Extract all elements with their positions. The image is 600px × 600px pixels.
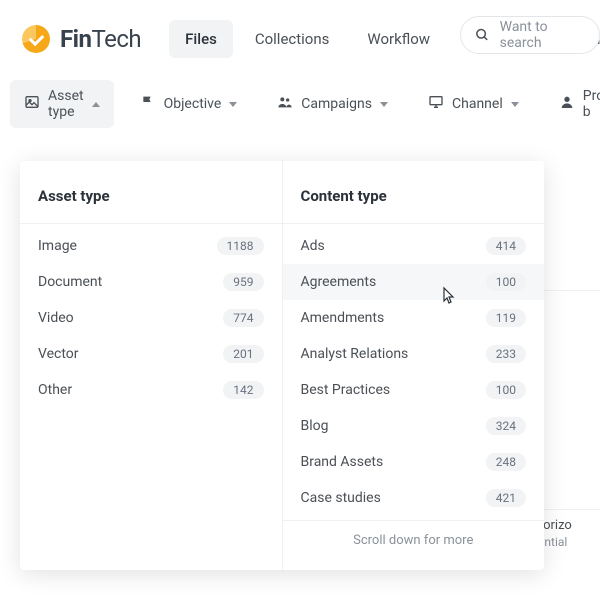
dropdown-item-label: Brand Assets xyxy=(301,454,384,470)
dropdown-item-label: Ads xyxy=(301,238,325,254)
dropdown-item-count: 421 xyxy=(486,489,526,507)
dropdown-item-count: 119 xyxy=(486,309,526,327)
dropdown-item-label: Blog xyxy=(301,418,329,434)
filter-bar: Asset type Objective Campaigns Channel Produ… xyxy=(0,70,600,138)
dropdown-item-count: 100 xyxy=(486,381,526,399)
dropdown-item-label: Image xyxy=(38,238,77,254)
logo-mark-icon xyxy=(22,25,50,53)
dropdown-item-brand-assets[interactable]: Brand Assets 248 xyxy=(283,444,545,480)
brand-logo[interactable]: FinTech xyxy=(22,25,141,53)
user-icon xyxy=(559,94,575,114)
dropdown-item-vector[interactable]: Vector 201 xyxy=(20,336,282,372)
dropdown-item-count: 959 xyxy=(223,273,263,291)
dropdown-item-label: Document xyxy=(38,274,102,290)
image-icon xyxy=(24,94,40,114)
monitor-icon xyxy=(428,94,444,114)
dropdown-item-blog[interactable]: Blog 324 xyxy=(283,408,545,444)
dropdown-item-ads[interactable]: Ads 414 xyxy=(283,228,545,264)
dropdown-item-case-studies[interactable]: Case studies 421 xyxy=(283,480,545,516)
search-icon xyxy=(475,27,490,43)
flag-icon xyxy=(140,94,156,114)
filter-produced-b[interactable]: Produced b xyxy=(545,80,600,128)
dropdown-item-count: 774 xyxy=(223,309,263,327)
filter-campaigns[interactable]: Campaigns xyxy=(263,86,402,122)
dropdown-item-count: 1188 xyxy=(217,237,264,255)
dropdown-item-label: Vector xyxy=(38,346,79,362)
filter-label: Campaigns xyxy=(301,96,372,112)
dropdown-item-other[interactable]: Other 142 xyxy=(20,372,282,408)
chevron-up-icon xyxy=(92,102,100,107)
dropdown-item-image[interactable]: Image 1188 xyxy=(20,228,282,264)
dropdown-item-count: 233 xyxy=(486,345,526,363)
dropdown-item-count: 248 xyxy=(486,453,526,471)
dropdown-item-count: 100 xyxy=(486,273,526,291)
dropdown-item-count: 142 xyxy=(223,381,263,399)
filter-objective[interactable]: Objective xyxy=(126,86,252,122)
dropdown-column-asset-type: Asset type Image1188Document959Video774V… xyxy=(20,161,283,570)
dropdown-item-count: 324 xyxy=(486,417,526,435)
dropdown-item-label: Case studies xyxy=(301,490,381,506)
filter-label: Produced b xyxy=(583,88,600,120)
dropdown-item-label: Amendments xyxy=(301,310,385,326)
chevron-down-icon xyxy=(380,102,388,107)
dropdown-column-content-type: Content type Ads 414 Agreements 100 Amendmen… xyxy=(283,161,545,570)
dropdown-title: Content type xyxy=(283,179,545,224)
dropdown-item-amendments[interactable]: Amendments 119 xyxy=(283,300,545,336)
nav-item-workflow[interactable]: Workflow xyxy=(351,20,446,58)
dropdown-item-agreements[interactable]: Agreements 100 xyxy=(283,264,545,300)
nav-item-files[interactable]: Files xyxy=(169,20,233,58)
dropdown-item-count: 414 xyxy=(486,237,526,255)
search-placeholder: Want to search xyxy=(500,19,585,51)
filter-channel[interactable]: Channel xyxy=(414,86,533,122)
filter-asset-type[interactable]: Asset type xyxy=(10,80,114,128)
filter-label: Objective xyxy=(164,96,222,112)
dropdown-item-label: Agreements xyxy=(301,274,377,290)
users-icon xyxy=(277,94,293,114)
chevron-down-icon xyxy=(511,102,519,107)
dropdown-item-document[interactable]: Document 959 xyxy=(20,264,282,300)
nav-item-collections[interactable]: Collections xyxy=(239,20,346,58)
dropdown-item-label: Best Practices xyxy=(301,382,391,398)
chevron-down-icon xyxy=(229,102,237,107)
dropdown-item-analyst-relations[interactable]: Analyst Relations 233 xyxy=(283,336,545,372)
dropdown-item-video[interactable]: Video 774 xyxy=(20,300,282,336)
dropdown-scroll-hint: Scroll down for more xyxy=(283,520,545,556)
pointer-cursor-icon xyxy=(438,286,456,308)
dropdown-item-best-practices[interactable]: Best Practices 100 xyxy=(283,372,545,408)
search-input[interactable]: Want to search xyxy=(460,16,600,54)
dropdown-title: Asset type xyxy=(20,179,282,224)
asset-type-dropdown: Asset type Image1188Document959Video774V… xyxy=(20,161,544,570)
logo-text: FinTech xyxy=(60,25,141,53)
dropdown-item-count: 201 xyxy=(223,345,263,363)
dropdown-item-label: Other xyxy=(38,382,72,398)
filter-label: Channel xyxy=(452,96,503,112)
dropdown-item-label: Video xyxy=(38,310,74,326)
filter-label: Asset type xyxy=(48,88,84,120)
dropdown-item-label: Analyst Relations xyxy=(301,346,409,362)
